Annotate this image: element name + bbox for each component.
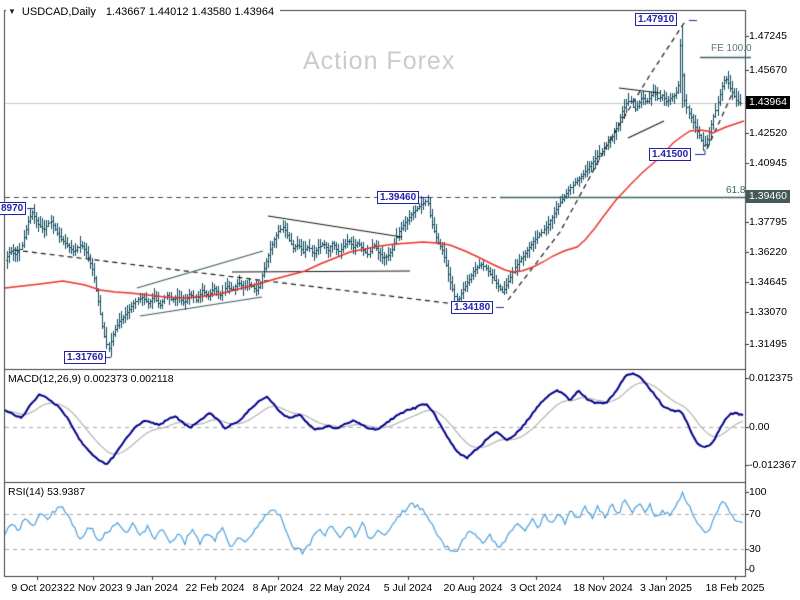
price-level-label-box[interactable]: 1.41500 [649,148,692,161]
date-axis-label: 22 Feb 2024 [185,582,245,594]
price-level-label-box[interactable]: 1.39460 [377,191,420,204]
price-axis-label: 1.42520 [749,127,787,139]
ohlc-quote-label: 1.43667 1.44012 1.43580 1.43964 [105,6,275,18]
price-axis-label: 1.37795 [749,216,787,228]
price-axis-label: 1.34645 [749,276,787,288]
rsi-axis-label: 30 [749,543,761,555]
chart-overlay: ▼ USDCAD,Daily 1.43667 1.44012 1.43580 1.4… [0,0,800,600]
date-axis-label: 20 Aug 2024 [443,582,503,594]
date-axis-label: 8 Apr 2024 [252,582,304,594]
macd-axis-label: 0.00 [749,421,770,433]
date-axis-label: 22 May 2024 [309,582,371,594]
macd-axis-label: 0.012375 [749,372,793,384]
rsi-axis-label: 100 [749,486,767,498]
date-axis-label: 22 Nov 2023 [63,582,123,594]
date-axis-label: 18 Feb 2025 [705,582,765,594]
fib-extension-label[interactable]: FE 100.0 [711,43,752,54]
price-level-label-box[interactable]: 8970 [0,202,27,215]
price-level-label-box[interactable]: 1.31760 [64,351,107,364]
price-axis-label: 1.31495 [749,338,787,350]
date-axis-label: 9 Oct 2023 [11,582,63,594]
date-axis-label: 18 Nov 2024 [573,582,633,594]
symbol-timeframe-label: USDCAD,Daily [21,6,96,18]
date-axis-label: 9 Jan 2024 [126,582,178,594]
date-axis-label: 3 Oct 2024 [510,582,562,594]
price-axis-label: 1.40945 [749,157,787,169]
price-level-label-box[interactable]: 1.34180 [451,301,494,314]
macd-axis-label: -0.012367 [749,459,797,471]
price-level-label-box[interactable]: 1.47910 [635,13,678,26]
price-axis-badge: 1.43964 [746,96,790,109]
chart-title-bar: ▼ USDCAD,Daily 1.43667 1.44012 1.43580 1.4… [6,5,281,19]
rsi-axis-label: 70 [749,508,761,520]
date-axis-label: 3 Jan 2025 [640,582,692,594]
rsi-indicator-header: RSI(14) 53.9387 [8,486,86,498]
price-axis-label: 1.47245 [749,30,787,42]
symbol-dropdown-icon[interactable]: ▼ [8,7,16,16]
price-axis-label: 1.33070 [749,306,787,318]
chart-window: Action Forex ▼USDCAD,Daily1.43667 1.4401… [0,0,800,600]
price-axis-label: 1.45670 [749,64,787,76]
retracement-61-8-label: 61.8 [726,185,746,196]
rsi-axis-label: 0 [749,563,755,575]
macd-indicator-header: MACD(12,26,9) 0.002373 0.002118 [8,373,174,385]
date-axis-label: 5 Jul 2024 [383,582,433,594]
price-axis-label: 1.36220 [749,246,787,258]
price-axis-badge: 1.39460 [746,190,790,203]
